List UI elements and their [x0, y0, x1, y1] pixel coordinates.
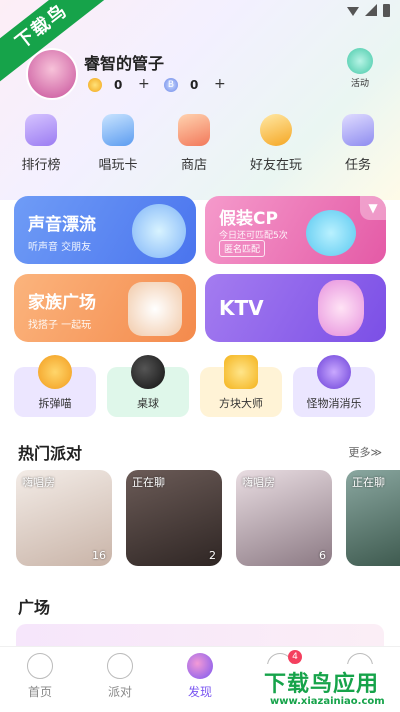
square-title: 广场 [18, 598, 51, 617]
nav-label: 首页 [27, 685, 52, 699]
home-icon [27, 653, 53, 679]
fake-cp-title: 假装CP [219, 209, 278, 229]
watermark-url: www.xiazainiao.com [270, 696, 385, 707]
task-icon [342, 114, 374, 146]
room-count: 6 [319, 549, 326, 562]
party-icon [107, 653, 133, 679]
gold-coin-icon [88, 78, 102, 92]
room-tag: 正在聊 [132, 476, 165, 489]
billiard-ball-icon [131, 355, 165, 389]
family-square-subtitle: 找搭子 一起玩 [28, 320, 92, 331]
entry-label: 好友在玩 [249, 158, 302, 173]
party-room-card[interactable]: 正在聊 2 [126, 470, 222, 566]
voice-drift-title: 声音漂流 [28, 215, 96, 235]
anonymous-match-tag: 匿名匹配 [219, 240, 266, 257]
room-count: 2 [209, 549, 216, 562]
microphone-icon [318, 280, 364, 336]
entry-label: 商店 [180, 158, 207, 173]
hot-party-title: 热门派对 [18, 444, 83, 463]
room-tag: 嗨唱房 [22, 476, 55, 489]
watermark-brand: 下载鸟应用 [264, 672, 380, 697]
nav-label: 发现 [187, 685, 212, 699]
quick-entries: 排行榜 唱玩卡 商店 好友在玩 任务 [0, 114, 400, 174]
message-badge: 4 [288, 650, 302, 664]
entry-shop[interactable]: 商店 [162, 114, 226, 173]
nav-discover[interactable]: 发现 [170, 653, 230, 700]
party-room-card[interactable]: 正在聊 [346, 470, 400, 566]
discover-icon [187, 653, 213, 679]
game-block-master[interactable]: 方块大师 [200, 355, 282, 417]
watermark-logo: 下载鸟应用 www.xiazainiao.com [258, 664, 400, 712]
fake-cp-card[interactable]: 假装CP 今日还可匹配5次 匿名匹配 ▼ [205, 196, 386, 264]
entry-friends-playing[interactable]: 好友在玩 [244, 114, 308, 173]
game-label: 拆弹喵 [38, 397, 72, 410]
family-square-card[interactable]: 家族广场 找搭子 一起玩 [14, 274, 196, 342]
game-monster-match[interactable]: 怪物消消乐 [293, 355, 375, 417]
card-icon [102, 114, 134, 146]
game-billiards[interactable]: 桌球 [107, 355, 189, 417]
party-room-card[interactable]: 嗨唱房 6 [236, 470, 332, 566]
hearts-icon [306, 210, 356, 256]
monster-icon [317, 355, 351, 389]
ktv-title: KTV [219, 296, 264, 320]
gift-icon [347, 48, 373, 74]
more-link[interactable]: 更多≫ [348, 444, 382, 460]
nav-party[interactable]: 派对 [90, 653, 150, 700]
entry-sing-card[interactable]: 唱玩卡 [86, 114, 150, 173]
signal-icon [365, 4, 377, 16]
room-count: 16 [92, 549, 106, 562]
diamond-value: 0 [190, 78, 199, 92]
block-icon [224, 355, 258, 389]
room-tag: 嗨唱房 [242, 476, 275, 489]
activity-button[interactable]: 活动 [344, 48, 376, 89]
room-tag: 正在聊 [352, 476, 385, 489]
avatar[interactable] [26, 48, 78, 100]
username[interactable]: 睿智的管子 [84, 50, 164, 74]
trophy-icon [25, 114, 57, 146]
badge-icon [128, 282, 182, 336]
game-bomb-cat[interactable]: 拆弹喵 [14, 355, 96, 417]
diamond-icon: B [164, 78, 178, 92]
entry-label: 排行榜 [21, 158, 61, 173]
filter-icon[interactable]: ▼ [360, 196, 386, 220]
game-label: 怪物消消乐 [306, 397, 362, 410]
gold-recharge-button[interactable]: + [138, 76, 150, 92]
gold-value: 0 [114, 78, 123, 92]
diamond-recharge-button[interactable]: + [214, 76, 226, 92]
nav-home[interactable]: 首页 [10, 653, 70, 700]
voice-drift-card[interactable]: 声音漂流 听声音 交朋友 [14, 196, 196, 264]
entry-ranking[interactable]: 排行榜 [9, 114, 73, 173]
party-room-card[interactable]: 嗨唱房 16 [16, 470, 112, 566]
cat-icon [38, 355, 72, 389]
voice-drift-subtitle: 听声音 交朋友 [28, 242, 92, 253]
game-label: 方块大师 [219, 397, 263, 410]
activity-label: 活动 [350, 79, 369, 89]
wifi-icon [347, 7, 359, 16]
friends-icon [260, 114, 292, 146]
game-shortcuts: 拆弹喵 桌球 方块大师 怪物消消乐 [0, 355, 400, 425]
ktv-card[interactable]: KTV [205, 274, 386, 342]
game-label: 桌球 [137, 397, 159, 410]
nav-label: 派对 [107, 685, 132, 699]
battery-icon [383, 4, 390, 17]
entry-label: 唱玩卡 [98, 158, 138, 173]
family-square-title: 家族广场 [28, 293, 96, 313]
entry-tasks[interactable]: 任务 [326, 114, 390, 173]
entry-label: 任务 [344, 158, 371, 173]
bottle-icon [132, 204, 186, 258]
shop-icon [178, 114, 210, 146]
